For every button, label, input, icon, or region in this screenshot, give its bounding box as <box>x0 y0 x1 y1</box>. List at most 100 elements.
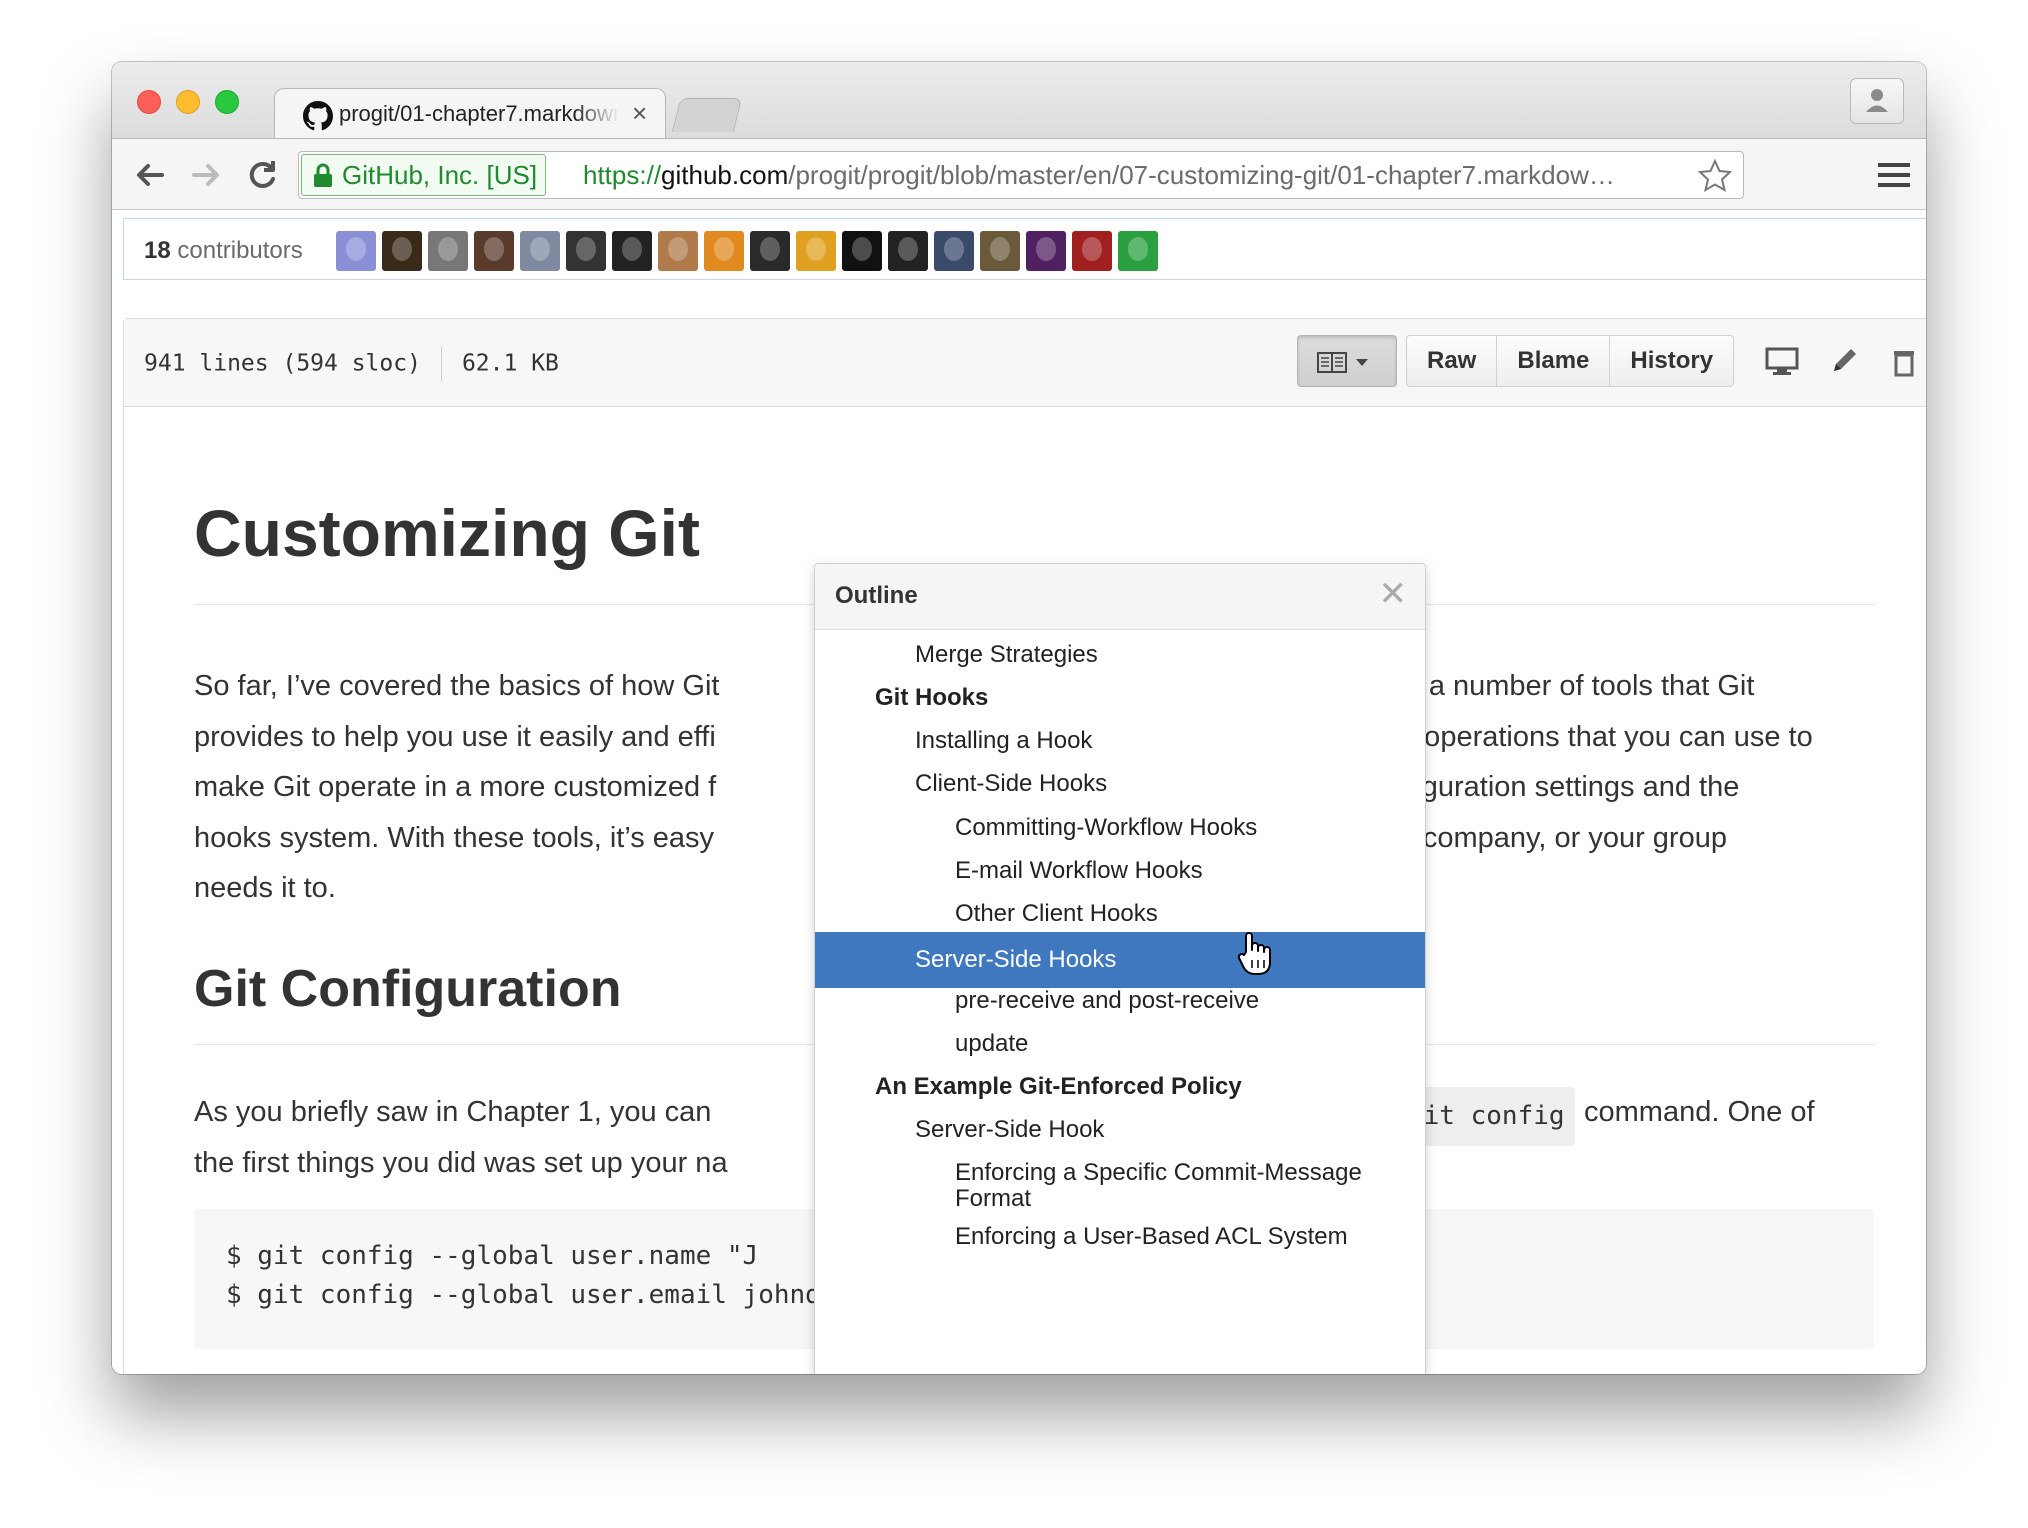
trash-icon[interactable] <box>1886 343 1922 379</box>
avatar-face <box>944 237 964 261</box>
hamburger-menu-icon[interactable] <box>1878 161 1910 189</box>
close-icon[interactable]: ✕ <box>1379 574 1408 614</box>
ev-label: GitHub, Inc. [US] <box>342 160 538 190</box>
bookmark-star-icon[interactable] <box>1697 158 1733 194</box>
contributor-avatar[interactable] <box>474 231 514 271</box>
contributors-label[interactable]: 18 contributors <box>144 237 303 265</box>
outline-item[interactable]: E-mail Workflow Hooks <box>815 858 1425 884</box>
file-size: 62.1 KB <box>461 350 559 377</box>
zoom-window-button[interactable] <box>215 90 239 114</box>
pencil-icon[interactable] <box>1826 343 1862 379</box>
outline-toggle-button[interactable] <box>1297 335 1397 387</box>
outline-header: Outline ✕ <box>815 564 1425 630</box>
contributor-avatar[interactable] <box>796 231 836 271</box>
outline-item[interactable]: Merge Strategies <box>815 642 1425 668</box>
divider <box>440 347 442 381</box>
history-button[interactable]: History <box>1610 336 1733 386</box>
contributor-avatar[interactable] <box>842 231 882 271</box>
contributors-bar: 18 contributors <box>123 218 1926 280</box>
contributor-avatar[interactable] <box>704 231 744 271</box>
contributor-avatar[interactable] <box>934 231 974 271</box>
avatar-face <box>1036 237 1056 261</box>
caret-down-icon <box>1356 359 1368 366</box>
outline-dropdown: Outline ✕ Merge Strategies Git Hooks Insta… <box>814 563 1426 1374</box>
outline-item[interactable]: Enforcing a User-Based ACL System <box>815 1224 1425 1250</box>
github-icon <box>303 101 333 131</box>
minimize-window-button[interactable] <box>176 90 200 114</box>
avatar-face <box>576 237 596 261</box>
lock-icon <box>314 163 332 187</box>
ev-certificate-badge[interactable]: GitHub, Inc. [US] <box>301 154 547 196</box>
outline-item[interactable]: Client-Side Hooks <box>815 771 1425 797</box>
outline-item[interactable]: An Example Git-Enforced Policy <box>815 1074 1425 1100</box>
outline-item[interactable]: Committing-Workflow Hooks <box>815 815 1425 841</box>
outline-title: Outline <box>835 582 918 609</box>
text-line: onfiguration settings and the <box>1375 771 1740 803</box>
avatar-face <box>898 237 918 261</box>
text-line: hooks system. With these tools, it’s eas… <box>194 821 715 854</box>
text-line: e operations that you can use to <box>1400 720 1813 753</box>
title-bar: progit/01-chapter7.markdown × <box>112 62 1926 140</box>
contributor-avatar[interactable] <box>888 231 928 271</box>
contributor-avatar[interactable] <box>336 231 376 271</box>
avatar-face <box>714 237 734 261</box>
url-protocol: https:// <box>583 160 662 190</box>
outline-item[interactable]: Other Client Hooks <box>815 901 1425 927</box>
outline-item[interactable]: update <box>815 1031 1425 1057</box>
avatar-face <box>1128 237 1148 261</box>
outline-item[interactable]: Git Hooks <box>815 685 1425 711</box>
contributor-avatar[interactable] <box>1072 231 1112 271</box>
avatar-face <box>346 237 366 261</box>
file-lines: 941 lines (594 sloc) <box>144 350 421 377</box>
contributor-avatar[interactable] <box>612 231 652 271</box>
back-arrow-icon[interactable] <box>128 153 172 197</box>
outline-item[interactable]: Installing a Hook <box>815 728 1425 754</box>
contributor-avatar[interactable] <box>1118 231 1158 271</box>
page-content: 18 contributors 941 lines (594 sloc) 62.1… <box>112 210 1926 1374</box>
blame-button[interactable]: Blame <box>1497 336 1611 386</box>
browser-tab[interactable]: progit/01-chapter7.markdown × <box>274 88 666 140</box>
contributor-avatar[interactable] <box>428 231 468 271</box>
contributor-avatar[interactable] <box>658 231 698 271</box>
outline-item[interactable]: Server-Side Hooks <box>815 932 1425 988</box>
new-tab-button[interactable] <box>671 98 743 132</box>
contributors-count: 18 <box>144 237 171 264</box>
text-line: As you briefly saw in Chapter 1, you can <box>194 1096 712 1128</box>
avatar-face <box>438 237 458 261</box>
hand-cursor-icon <box>1237 932 1271 975</box>
text-line: provides to help you use it easily and e… <box>194 720 716 753</box>
avatar-face <box>1082 237 1102 261</box>
outline-item[interactable]: Server-Side Hook <box>815 1117 1425 1143</box>
text-line: the first things you did was set up your… <box>194 1146 728 1179</box>
tab-title: progit/01-chapter7.markdown <box>339 101 619 126</box>
address-bar[interactable]: GitHub, Inc. [US] https://github.com/pro… <box>298 151 1744 199</box>
person-icon <box>1866 89 1888 112</box>
outline-item[interactable]: pre-receive and post-receive <box>815 988 1425 1014</box>
contributor-avatar[interactable] <box>750 231 790 271</box>
avatar-face <box>990 237 1010 261</box>
contributors-text: contributors <box>177 237 303 264</box>
raw-button[interactable]: Raw <box>1407 336 1498 386</box>
contributor-avatar[interactable] <box>1026 231 1066 271</box>
avatar-face <box>392 237 412 261</box>
forward-arrow-icon[interactable] <box>184 153 228 197</box>
outline-item[interactable]: Enforcing a Specific Commit-Message Form… <box>815 1160 1425 1212</box>
contributor-avatar[interactable] <box>520 231 560 271</box>
tab-close-icon[interactable]: × <box>632 98 647 129</box>
avatar-face <box>760 237 780 261</box>
browser-window: progit/01-chapter7.markdown × GitHub, In… <box>112 62 1926 1374</box>
reload-icon[interactable] <box>240 153 284 197</box>
text-line: ur company, or your group <box>1389 821 1727 854</box>
text-line: command. One of <box>1584 1096 1815 1128</box>
text-line: So far, I’ve covered the basics of how G… <box>194 670 720 702</box>
url-path: /progit/progit/blob/master/en/07-customi… <box>788 160 1615 190</box>
close-window-button[interactable] <box>137 90 161 114</box>
contributor-avatar[interactable] <box>980 231 1020 271</box>
contributor-avatar[interactable] <box>566 231 606 271</box>
url-text[interactable]: https://github.com/progit/progit/blob/ma… <box>583 158 1683 192</box>
contributor-avatars <box>336 231 1158 271</box>
profile-button[interactable] <box>1850 78 1904 124</box>
contributor-avatar[interactable] <box>382 231 422 271</box>
url-host: github.com <box>661 160 789 190</box>
desktop-icon[interactable] <box>1764 343 1800 379</box>
